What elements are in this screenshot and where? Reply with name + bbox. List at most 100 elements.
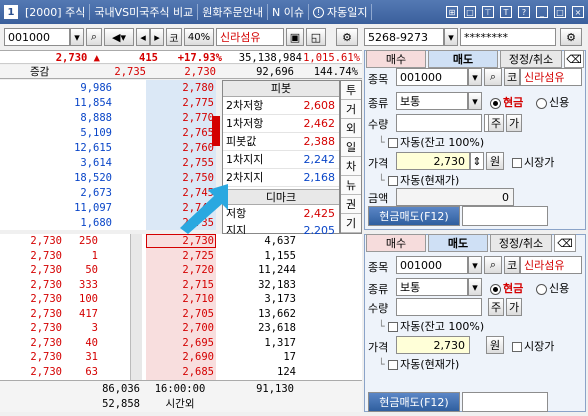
auto-qty-checkbox-1[interactable]: └ 자동(잔고 100%)	[378, 134, 484, 150]
side-tab[interactable]: 외	[341, 119, 361, 138]
side-tab[interactable]: 권	[341, 195, 361, 214]
next-icon[interactable]: ▸	[150, 28, 164, 46]
order-code-dropdown-icon[interactable]: ▾	[468, 68, 482, 86]
qty-input-1[interactable]	[396, 114, 482, 132]
ask-price: 2,765	[182, 127, 214, 139]
tab-compare[interactable]: 국내VS미국주식 비교	[90, 4, 199, 20]
credit-radio-1[interactable]: 신용	[536, 94, 569, 110]
price-unit-button-2[interactable]: 원	[486, 336, 504, 354]
cash-radio-1[interactable]: 현금	[490, 94, 523, 110]
text-icon[interactable]: T	[500, 6, 512, 18]
side-tab[interactable]: 뉴	[341, 176, 361, 195]
qty-input-2[interactable]	[396, 298, 482, 316]
price-unit-button-1[interactable]: 원	[486, 152, 504, 170]
ask-price: 2,770	[182, 112, 214, 124]
password-input[interactable]: ********	[460, 28, 556, 46]
tab-krw-order-guide[interactable]: 원화주문안내	[198, 4, 269, 20]
auto-price-checkbox-2[interactable]: └ 자동(현재가)	[378, 356, 459, 372]
highlight-arrow-icon	[180, 184, 228, 234]
order-code-input-1[interactable]: 001000	[396, 68, 468, 86]
order-type-select-2[interactable]: 보통	[396, 278, 468, 296]
auto-price-checkbox-1[interactable]: └ 자동(현재가)	[378, 172, 459, 188]
account-input[interactable]: 5268-9273	[364, 28, 444, 46]
bid-price: 2,705	[182, 307, 214, 320]
market-price-checkbox-2[interactable]: 시장가	[512, 338, 554, 354]
bid-price: 2,725	[182, 249, 214, 262]
tab-issue[interactable]: N 이슈	[268, 4, 309, 20]
qty-calc-button-2[interactable]: 가	[506, 298, 522, 316]
tab-modify-1[interactable]: 정정/취소	[500, 50, 562, 68]
close-icon[interactable]: ×	[572, 6, 584, 18]
price-input-1[interactable]: 2,730	[396, 152, 470, 170]
chart-icon[interactable]: ◱	[306, 28, 326, 46]
tab-auto-journal[interactable]: ! 자동일지	[309, 4, 373, 20]
trade-scrollbar[interactable]	[130, 234, 142, 380]
account-dropdown-icon[interactable]: ▾	[444, 28, 458, 46]
pivot-value: 2,168	[303, 171, 336, 184]
speaker-icon[interactable]: ◀▾	[104, 28, 134, 46]
market-flag-1: 코	[504, 68, 520, 86]
tab-buy-2[interactable]: 매수	[366, 234, 426, 252]
eraser-icon[interactable]: ⌫	[564, 50, 584, 68]
side-tab[interactable]: 투	[341, 81, 361, 100]
gear-icon[interactable]: ⚙	[336, 28, 358, 46]
label-amount-1: 금액	[368, 192, 389, 205]
credit-radio-2[interactable]: 신용	[536, 280, 569, 296]
link-icon[interactable]: ⊞	[446, 6, 458, 18]
search-icon[interactable]: ⌕	[484, 68, 502, 86]
side-tab[interactable]: 차	[341, 157, 361, 176]
qty-unit-button-1[interactable]: 주	[488, 114, 504, 132]
qty-calc-button-1[interactable]: 가	[506, 114, 522, 132]
after-hours-label: 시간외	[165, 398, 195, 410]
submit-extra-field-1[interactable]	[462, 206, 548, 226]
save-icon[interactable]: ▣	[286, 28, 304, 46]
qty-unit-button-2[interactable]: 주	[488, 298, 504, 316]
pivot-row: 1차지지 2,242	[223, 151, 339, 169]
volume-ratio: 144.74%	[313, 66, 358, 78]
pin-icon[interactable]: ⊤	[482, 6, 494, 18]
order-type-dropdown-icon[interactable]: ▾	[468, 92, 482, 110]
tab-modify-2[interactable]: 정정/취소	[490, 234, 552, 252]
quote-header: 증감 2,735 2,730 92,696 144.74%	[0, 65, 362, 79]
price-input-2[interactable]: 2,730	[396, 336, 470, 354]
order-code-dropdown-icon[interactable]: ▾	[468, 256, 482, 274]
window-icon[interactable]: □	[464, 6, 476, 18]
ask-price: 2,760	[182, 142, 214, 154]
ask-qty: 18,520	[74, 172, 112, 184]
settings-icon[interactable]: ⚙	[560, 28, 582, 46]
pivot-value: 2,242	[303, 153, 336, 166]
label-price-1: 가격	[368, 157, 389, 170]
stock-code-input[interactable]: 001000	[4, 28, 70, 46]
side-tab[interactable]: 일	[341, 138, 361, 157]
prev-icon[interactable]: ◂	[136, 28, 150, 46]
sell-submit-button-1[interactable]: 현금매도(F12)	[368, 206, 460, 226]
order-code-input-2[interactable]: 001000	[396, 256, 468, 274]
side-tab-strip: 투거외일차뉴권기	[340, 80, 362, 234]
header-price: 2,730	[184, 66, 216, 78]
side-tab[interactable]: 거	[341, 100, 361, 119]
submit-extra-field-2[interactable]	[462, 392, 548, 412]
auto-qty-checkbox-2[interactable]: └ 자동(잔고 100%)	[378, 318, 484, 334]
maximize-icon[interactable]: □	[554, 6, 566, 18]
tab-sell-2[interactable]: 매도	[428, 234, 488, 252]
trade-qty: 3	[91, 322, 98, 334]
trade-price: 2,730	[30, 264, 62, 276]
eraser-icon[interactable]: ⌫	[554, 234, 576, 252]
trade-qty: 100	[79, 293, 98, 305]
side-tab[interactable]: 기	[341, 214, 361, 233]
sell-submit-button-2[interactable]: 현금매도(F12)	[368, 392, 460, 412]
search-icon[interactable]: ⌕	[86, 28, 102, 46]
order-type-dropdown-icon[interactable]: ▾	[468, 278, 482, 296]
tab-buy-1[interactable]: 매수	[366, 50, 426, 68]
price-spin-icon[interactable]: ⇕	[470, 152, 484, 170]
search-icon[interactable]: ⌕	[484, 256, 502, 274]
code-dropdown-icon[interactable]: ▾	[70, 28, 84, 46]
bid-qty-bar	[216, 250, 219, 262]
cash-radio-2[interactable]: 현금	[490, 280, 523, 296]
market-price-checkbox-1[interactable]: 시장가	[512, 154, 554, 170]
ask-bar-marker	[212, 116, 220, 146]
tab-sell-1[interactable]: 매도	[428, 50, 498, 68]
minimize-icon[interactable]: _	[536, 6, 548, 18]
help-icon[interactable]: ?	[518, 6, 530, 18]
order-type-select-1[interactable]: 보통	[396, 92, 468, 110]
